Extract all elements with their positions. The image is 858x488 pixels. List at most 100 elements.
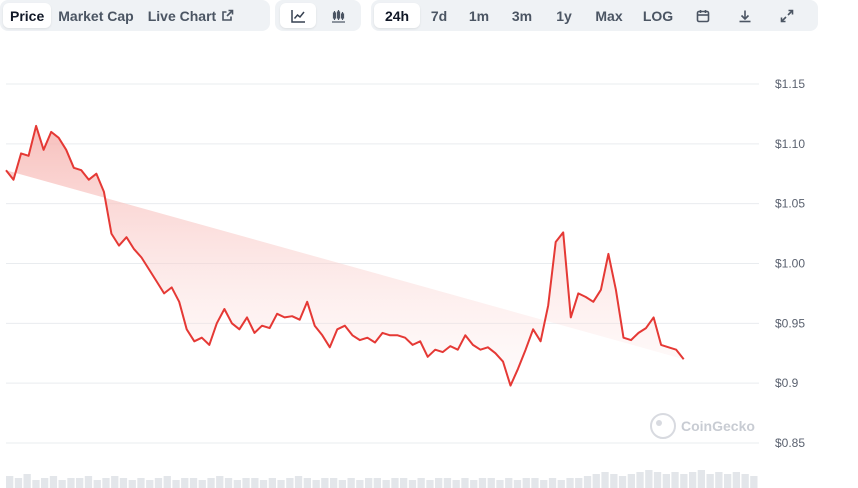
y-tick-label: $1.10 xyxy=(775,137,805,151)
volume-bar xyxy=(601,472,609,488)
price-chart[interactable]: $1.15 $1.10 $1.05 $1.00 $0.95 $0.9 $0.85 CoinG… xyxy=(0,40,858,488)
chart-toolbar: Price Market Cap Live Chart 24h 7d 1m 3m… xyxy=(0,0,858,31)
candlestick-chart-button[interactable] xyxy=(320,3,356,28)
volume-bar xyxy=(575,478,583,488)
volume-bar xyxy=(435,478,443,488)
volume-bar xyxy=(610,474,618,488)
y-tick-label: $1.00 xyxy=(775,257,805,271)
volume-bar xyxy=(382,480,390,488)
range-24h[interactable]: 24h xyxy=(374,3,420,28)
y-axis-ticks: $1.15 $1.10 $1.05 $1.00 $0.95 $0.9 $0.85 xyxy=(775,77,805,450)
line-chart-button[interactable] xyxy=(280,3,316,28)
fullscreen-icon xyxy=(780,9,794,23)
volume-bar xyxy=(636,472,644,488)
volume-bar xyxy=(286,478,294,488)
volume-bar xyxy=(618,476,627,488)
y-tick-label: $1.15 xyxy=(775,77,805,91)
volume-bar xyxy=(58,480,66,488)
price-area xyxy=(6,125,684,386)
volume-bar xyxy=(181,478,189,488)
volume-bar xyxy=(356,480,364,488)
volume-bar xyxy=(653,472,662,488)
volume-bar xyxy=(732,472,740,488)
volume-bar xyxy=(522,478,530,488)
volume-bar xyxy=(216,476,224,488)
volume-bar xyxy=(146,480,154,488)
volume-bar xyxy=(67,478,75,488)
tab-live-chart-label: Live Chart xyxy=(147,7,217,24)
range-and-tools: 24h 7d 1m 3m 1y Max LOG xyxy=(371,0,818,31)
volume-bar xyxy=(321,478,329,488)
view-tabs: Price Market Cap Live Chart xyxy=(0,0,270,31)
volume-bar xyxy=(338,480,346,488)
volume-bar xyxy=(470,480,478,488)
volume-bar xyxy=(6,476,14,488)
volume-bar xyxy=(443,478,452,488)
volume-bar xyxy=(715,472,723,488)
volume-bar xyxy=(391,478,399,488)
volume-bar xyxy=(592,474,600,488)
volume-bar xyxy=(671,472,679,488)
volume-bar xyxy=(557,480,565,488)
range-7d[interactable]: 7d xyxy=(420,3,458,28)
grid-lines xyxy=(6,83,759,444)
volume-bar xyxy=(233,480,241,488)
volume-bar xyxy=(645,470,653,488)
volume-bar xyxy=(531,478,539,488)
volume-bar xyxy=(365,478,373,488)
volume-bar xyxy=(680,474,688,488)
coingecko-logo-icon xyxy=(650,413,676,439)
range-max[interactable]: Max xyxy=(584,3,634,28)
volume-bar xyxy=(294,476,303,488)
volume-bar xyxy=(137,478,145,488)
volume-bar xyxy=(452,480,460,488)
volume-bar xyxy=(662,474,670,488)
volume-bar xyxy=(268,478,276,488)
tab-live-chart[interactable]: Live Chart xyxy=(141,3,241,28)
volume-bar xyxy=(242,478,250,488)
fullscreen-button[interactable] xyxy=(766,3,808,28)
volume-bar xyxy=(93,480,101,488)
coingecko-watermark: CoinGecko xyxy=(650,413,755,439)
volume-bar xyxy=(259,480,268,488)
volume-bar xyxy=(303,478,311,488)
y-tick-label: $0.9 xyxy=(775,376,799,390)
volume-bars xyxy=(6,470,758,488)
range-3m[interactable]: 3m xyxy=(500,3,544,28)
external-link-icon xyxy=(221,9,234,22)
download-button[interactable] xyxy=(724,3,766,28)
volume-bar xyxy=(84,476,93,488)
volume-bar xyxy=(548,478,557,488)
volume-bar xyxy=(540,480,548,488)
log-scale-toggle[interactable]: LOG xyxy=(634,3,682,28)
volume-bar xyxy=(583,476,592,488)
volume-bar xyxy=(189,478,198,488)
line-chart-icon xyxy=(290,9,306,23)
volume-bar xyxy=(14,478,23,488)
volume-bar xyxy=(487,478,495,488)
range-1y[interactable]: 1y xyxy=(544,3,584,28)
volume-bar xyxy=(347,478,355,488)
volume-bar xyxy=(102,478,110,488)
range-1m[interactable]: 1m xyxy=(458,3,500,28)
calendar-icon xyxy=(696,9,710,23)
tab-market-cap[interactable]: Market Cap xyxy=(51,3,140,28)
volume-bar xyxy=(706,474,714,488)
tab-price[interactable]: Price xyxy=(3,3,52,28)
volume-bar xyxy=(496,480,504,488)
volume-bar xyxy=(697,470,705,488)
volume-bar xyxy=(505,478,513,488)
volume-bar xyxy=(111,476,119,488)
volume-bar xyxy=(312,480,320,488)
watermark-text: CoinGecko xyxy=(681,418,755,434)
volume-bar xyxy=(224,478,233,488)
volume-bar xyxy=(741,474,749,488)
volume-bar xyxy=(277,480,285,488)
volume-bar xyxy=(207,478,215,488)
price-line xyxy=(5,124,685,387)
candlestick-icon xyxy=(331,9,346,23)
date-range-button[interactable] xyxy=(682,3,724,28)
volume-bar xyxy=(198,480,206,488)
volume-bar xyxy=(251,478,259,488)
y-tick-label: $1.05 xyxy=(775,197,805,211)
